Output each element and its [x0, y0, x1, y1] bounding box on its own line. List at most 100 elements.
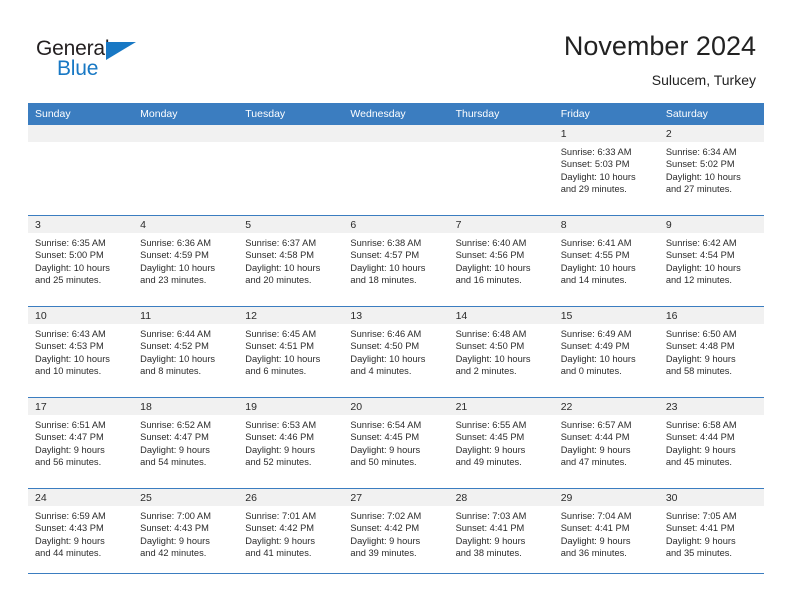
calendar-day-cell[interactable]: 4 Sunrise: 6:36 AM Sunset: 4:59 PM Daylight…	[133, 215, 239, 307]
daylight-duration-line1: Daylight: 10 hours	[35, 353, 110, 364]
daylight-duration-line2: and 20 minutes.	[245, 275, 312, 286]
calendar-day-cell[interactable]: 28 Sunrise: 7:03 AM Sunset: 4:41 PM Dayligh…	[448, 488, 554, 579]
calendar-day-cell[interactable]: 11 Sunrise: 6:44 AM Sunset: 4:52 PM Dayligh…	[133, 306, 239, 398]
calendar-day-cell[interactable]: 15 Sunrise: 6:49 AM Sunset: 4:49 PM Dayligh…	[553, 306, 659, 398]
daylight-duration-line2: and 10 minutes.	[35, 366, 102, 377]
calendar-day-cell[interactable]: 5 Sunrise: 6:37 AM Sunset: 4:58 PM Daylight…	[238, 215, 344, 307]
calendar-day-cell[interactable]: 19 Sunrise: 6:53 AM Sunset: 4:46 PM Dayligh…	[238, 397, 344, 489]
day-number: 13	[343, 307, 449, 324]
calendar-day-cell[interactable]: 25 Sunrise: 7:00 AM Sunset: 4:43 PM Dayligh…	[133, 488, 239, 579]
calendar-day-cell[interactable]: 30 Sunrise: 7:05 AM Sunset: 4:41 PM Dayligh…	[658, 488, 764, 579]
daylight-duration-line1: Daylight: 9 hours	[350, 444, 421, 455]
sunset-time: Sunset: 4:47 PM	[35, 432, 104, 443]
day-number: 11	[133, 307, 239, 324]
weekday-header-tuesday: Tuesday	[238, 103, 344, 125]
calendar-body: 1 Sunrise: 6:33 AM Sunset: 5:03 PM Daylight…	[28, 125, 764, 579]
day-sun-details: Sunrise: 7:00 AM Sunset: 4:43 PM Daylight:…	[133, 506, 238, 560]
sunrise-time: Sunrise: 6:54 AM	[350, 420, 422, 430]
daylight-duration-line1: Daylight: 10 hours	[560, 353, 636, 364]
calendar-day-cell[interactable]: 26 Sunrise: 7:01 AM Sunset: 4:42 PM Dayligh…	[238, 488, 344, 579]
calendar-day-cell[interactable]	[133, 125, 239, 216]
day-number: 1	[553, 125, 659, 142]
daylight-duration-line1: Daylight: 9 hours	[245, 535, 316, 546]
day-cell-content: 22 Sunrise: 6:57 AM Sunset: 4:44 PM Dayligh…	[553, 398, 659, 488]
sunset-time: Sunset: 4:44 PM	[560, 432, 630, 443]
calendar-day-cell[interactable]: 7 Sunrise: 6:40 AM Sunset: 4:56 PM Daylight…	[448, 215, 554, 307]
day-number: 21	[448, 398, 554, 415]
calendar-day-cell[interactable]: 23 Sunrise: 6:58 AM Sunset: 4:44 PM Dayligh…	[658, 397, 764, 489]
calendar-day-cell[interactable]: 13 Sunrise: 6:46 AM Sunset: 4:50 PM Dayligh…	[343, 306, 449, 398]
calendar-day-cell[interactable]: 12 Sunrise: 6:45 AM Sunset: 4:51 PM Dayligh…	[238, 306, 344, 398]
day-cell-content: 17 Sunrise: 6:51 AM Sunset: 4:47 PM Dayligh…	[28, 398, 134, 488]
daylight-duration-line1: Daylight: 10 hours	[245, 353, 321, 364]
calendar-day-cell[interactable]: 9 Sunrise: 6:42 AM Sunset: 4:54 PM Daylight…	[658, 215, 764, 307]
daylight-duration-line2: and 8 minutes.	[140, 366, 202, 377]
sunrise-time: Sunrise: 6:57 AM	[560, 420, 632, 430]
daylight-duration-line2: and 36 minutes.	[560, 548, 627, 559]
day-cell-content	[448, 125, 554, 215]
calendar-day-cell[interactable]	[343, 125, 449, 216]
calendar-day-cell[interactable]: 16 Sunrise: 6:50 AM Sunset: 4:48 PM Dayligh…	[658, 306, 764, 398]
sunset-time: Sunset: 4:43 PM	[35, 523, 104, 534]
calendar-day-cell[interactable]	[448, 125, 554, 216]
day-sun-details: Sunrise: 6:36 AM Sunset: 4:59 PM Daylight:…	[133, 233, 238, 287]
general-blue-logo[interactable]: General Blue	[36, 38, 156, 84]
calendar-day-cell[interactable]: 1 Sunrise: 6:33 AM Sunset: 5:03 PM Daylight…	[553, 125, 659, 216]
day-sun-details: Sunrise: 6:58 AM Sunset: 4:44 PM Daylight:…	[659, 415, 764, 469]
sunset-time: Sunset: 5:02 PM	[665, 159, 735, 170]
sunrise-time: Sunrise: 6:53 AM	[245, 420, 317, 430]
calendar-day-cell[interactable]: 10 Sunrise: 6:43 AM Sunset: 4:53 PM Dayligh…	[28, 306, 134, 398]
sunrise-time: Sunrise: 6:52 AM	[140, 420, 211, 430]
day-sun-details: Sunrise: 6:41 AM Sunset: 4:55 PM Daylight:…	[554, 233, 659, 287]
day-cell-content: 26 Sunrise: 7:01 AM Sunset: 4:42 PM Dayligh…	[238, 489, 344, 579]
day-sun-details: Sunrise: 6:51 AM Sunset: 4:47 PM Daylight:…	[28, 415, 133, 469]
sunrise-time: Sunrise: 6:49 AM	[560, 329, 632, 339]
calendar-day-cell[interactable]: 17 Sunrise: 6:51 AM Sunset: 4:47 PM Dayligh…	[28, 397, 134, 489]
day-number: 15	[553, 307, 659, 324]
calendar-day-cell[interactable]: 14 Sunrise: 6:48 AM Sunset: 4:50 PM Dayligh…	[448, 306, 554, 398]
daylight-duration-line1: Daylight: 10 hours	[665, 171, 741, 182]
sunset-time: Sunset: 4:52 PM	[140, 341, 209, 352]
calendar-day-cell[interactable]: 22 Sunrise: 6:57 AM Sunset: 4:44 PM Dayligh…	[553, 397, 659, 489]
daylight-duration-line2: and 0 minutes.	[560, 366, 622, 377]
day-number: 16	[658, 307, 764, 324]
calendar-day-cell[interactable]: 21 Sunrise: 6:55 AM Sunset: 4:45 PM Dayligh…	[448, 397, 554, 489]
day-number: 14	[448, 307, 554, 324]
calendar-day-cell[interactable]: 29 Sunrise: 7:04 AM Sunset: 4:41 PM Dayligh…	[553, 488, 659, 579]
calendar-day-cell[interactable]	[28, 125, 134, 216]
daylight-duration-line2: and 12 minutes.	[665, 275, 732, 286]
sunrise-time: Sunrise: 6:38 AM	[350, 238, 422, 248]
calendar-day-cell[interactable]: 6 Sunrise: 6:38 AM Sunset: 4:57 PM Daylight…	[343, 215, 449, 307]
calendar-day-cell[interactable]: 18 Sunrise: 6:52 AM Sunset: 4:47 PM Dayligh…	[133, 397, 239, 489]
sunrise-time: Sunrise: 6:42 AM	[665, 238, 737, 248]
day-cell-content: 8 Sunrise: 6:41 AM Sunset: 4:55 PM Daylight…	[553, 216, 659, 306]
calendar-day-cell[interactable]: 2 Sunrise: 6:34 AM Sunset: 5:02 PM Daylight…	[658, 125, 764, 216]
daylight-duration-line1: Daylight: 9 hours	[665, 535, 736, 546]
day-cell-content: 13 Sunrise: 6:46 AM Sunset: 4:50 PM Dayligh…	[343, 307, 449, 397]
calendar-day-cell[interactable]: 3 Sunrise: 6:35 AM Sunset: 5:00 PM Daylight…	[28, 215, 134, 307]
day-cell-content	[238, 125, 344, 215]
day-sun-details: Sunrise: 6:38 AM Sunset: 4:57 PM Daylight:…	[343, 233, 448, 287]
sunset-time: Sunset: 4:45 PM	[350, 432, 420, 443]
day-cell-content: 2 Sunrise: 6:34 AM Sunset: 5:02 PM Daylight…	[658, 125, 764, 215]
calendar-week-row: 1 Sunrise: 6:33 AM Sunset: 5:03 PM Daylight…	[28, 125, 764, 216]
calendar-day-cell[interactable]	[238, 125, 344, 216]
day-number: 20	[343, 398, 449, 415]
sunset-time: Sunset: 4:58 PM	[245, 250, 315, 261]
daylight-duration-line2: and 38 minutes.	[455, 548, 522, 559]
day-number	[133, 125, 239, 142]
sunrise-time: Sunrise: 6:34 AM	[665, 147, 737, 157]
sunrise-time: Sunrise: 6:59 AM	[35, 511, 106, 521]
daylight-duration-line1: Daylight: 9 hours	[35, 444, 105, 455]
day-number: 30	[658, 489, 764, 506]
calendar-day-cell[interactable]: 20 Sunrise: 6:54 AM Sunset: 4:45 PM Dayligh…	[343, 397, 449, 489]
daylight-duration-line2: and 39 minutes.	[350, 548, 417, 559]
calendar-day-cell[interactable]: 8 Sunrise: 6:41 AM Sunset: 4:55 PM Daylight…	[553, 215, 659, 307]
daylight-duration-line2: and 44 minutes.	[35, 548, 102, 559]
calendar-day-cell[interactable]: 24 Sunrise: 6:59 AM Sunset: 4:43 PM Dayligh…	[28, 488, 134, 579]
calendar-day-cell[interactable]: 27 Sunrise: 7:02 AM Sunset: 4:42 PM Dayligh…	[343, 488, 449, 579]
sunset-time: Sunset: 4:45 PM	[455, 432, 525, 443]
day-number	[343, 125, 449, 142]
sunset-time: Sunset: 4:59 PM	[140, 250, 209, 261]
title-block: November 2024 Sulucem, Turkey	[564, 30, 756, 90]
